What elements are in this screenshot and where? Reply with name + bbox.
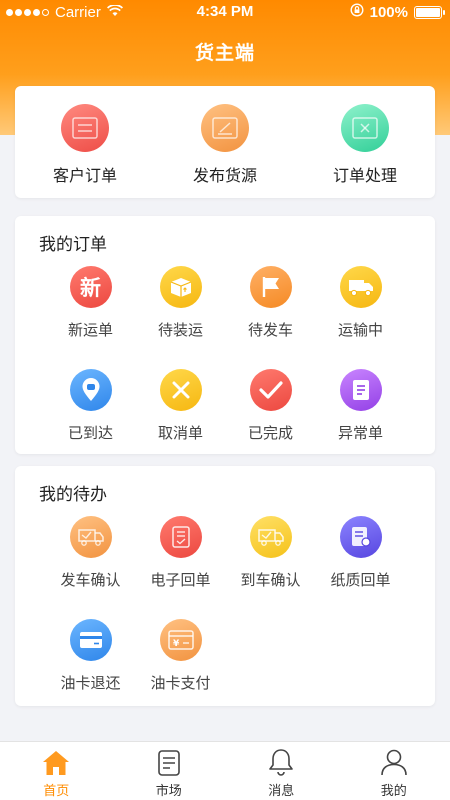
- tab-profile[interactable]: 我的: [338, 742, 450, 800]
- battery-percent: 100%: [369, 3, 408, 21]
- bell-icon: [225, 748, 338, 776]
- pending-departure-icon: [249, 266, 292, 308]
- my-orders-title: 我的订单: [39, 235, 107, 254]
- arrival-confirm-icon: [249, 516, 292, 558]
- profile-icon: [338, 748, 450, 776]
- quick-actions-row: 客户订单 发布货源 订单处理: [15, 104, 435, 186]
- todo-item-label: 纸质回单: [330, 572, 391, 589]
- rotation-lock-icon: [350, 3, 364, 21]
- quick-action-label: 客户订单: [52, 168, 117, 185]
- todo-item-label: 油卡支付: [150, 675, 211, 692]
- todo-item-paper-receipt[interactable]: 纸质回单: [308, 516, 413, 590]
- order-item-label: 异常单: [337, 425, 383, 442]
- fuel-card-payment-icon: ¥: [159, 619, 202, 661]
- bottom-tabbar: 首页 市场 消息 我的: [0, 741, 450, 800]
- market-icon: [113, 748, 226, 776]
- quick-action-customer-order[interactable]: 客户订单: [15, 104, 155, 186]
- exception-icon: [339, 369, 382, 411]
- cancelled-icon: [159, 369, 202, 411]
- tab-market[interactable]: 市场: [113, 742, 226, 800]
- todo-item-fuel-card-payment[interactable]: ¥ 油卡支付: [128, 619, 233, 693]
- quick-actions-card: 客户订单 发布货源 订单处理: [15, 86, 435, 198]
- quick-action-publish-cargo[interactable]: 发布货源: [155, 104, 295, 186]
- tab-messages-label: 消息: [268, 783, 295, 798]
- tab-market-label: 市场: [155, 783, 182, 798]
- battery-icon: [414, 5, 445, 19]
- paper-receipt-icon: [339, 516, 382, 558]
- my-todos-card: 我的待办 发车确认 电子回单 到车确认 纸质回单 油卡退还 ¥ 油卡支付: [15, 466, 435, 706]
- status-bar: Carrier 4:34 PM 100%: [0, 0, 450, 24]
- my-orders-card: 我的订单 新 新运单 待装运 待发车 运输中 已到达 取消单 已完成 异常单: [15, 216, 435, 454]
- svg-text:¥: ¥: [173, 639, 180, 649]
- order-item-in-transit[interactable]: 运输中: [308, 266, 413, 340]
- home-icon: [0, 748, 113, 776]
- departure-confirm-icon: [69, 516, 112, 558]
- pending-loading-icon: [159, 266, 202, 308]
- tab-profile-label: 我的: [380, 783, 407, 798]
- quick-action-order-processing[interactable]: 订单处理: [295, 104, 435, 186]
- order-processing-icon: [341, 104, 389, 152]
- customer-order-icon: [61, 104, 109, 152]
- e-receipt-icon: [159, 516, 202, 558]
- quick-action-label: 订单处理: [332, 168, 397, 185]
- order-item-exception[interactable]: 异常单: [308, 369, 413, 443]
- tab-home[interactable]: 首页: [0, 742, 113, 800]
- tab-messages[interactable]: 消息: [225, 742, 338, 800]
- quick-action-label: 发布货源: [192, 168, 257, 185]
- new-waybill-icon: 新: [69, 266, 112, 308]
- tab-home-label: 首页: [43, 783, 70, 798]
- page-title: 货主端: [194, 43, 255, 64]
- order-item-label: 运输中: [337, 322, 383, 339]
- completed-icon: [249, 369, 292, 411]
- arrived-icon: [69, 369, 112, 411]
- my-todos-title: 我的待办: [39, 485, 107, 504]
- status-right: 100%: [350, 3, 445, 21]
- in-transit-icon: [339, 266, 382, 308]
- fuel-card-return-icon: [69, 619, 112, 661]
- publish-cargo-icon: [201, 104, 249, 152]
